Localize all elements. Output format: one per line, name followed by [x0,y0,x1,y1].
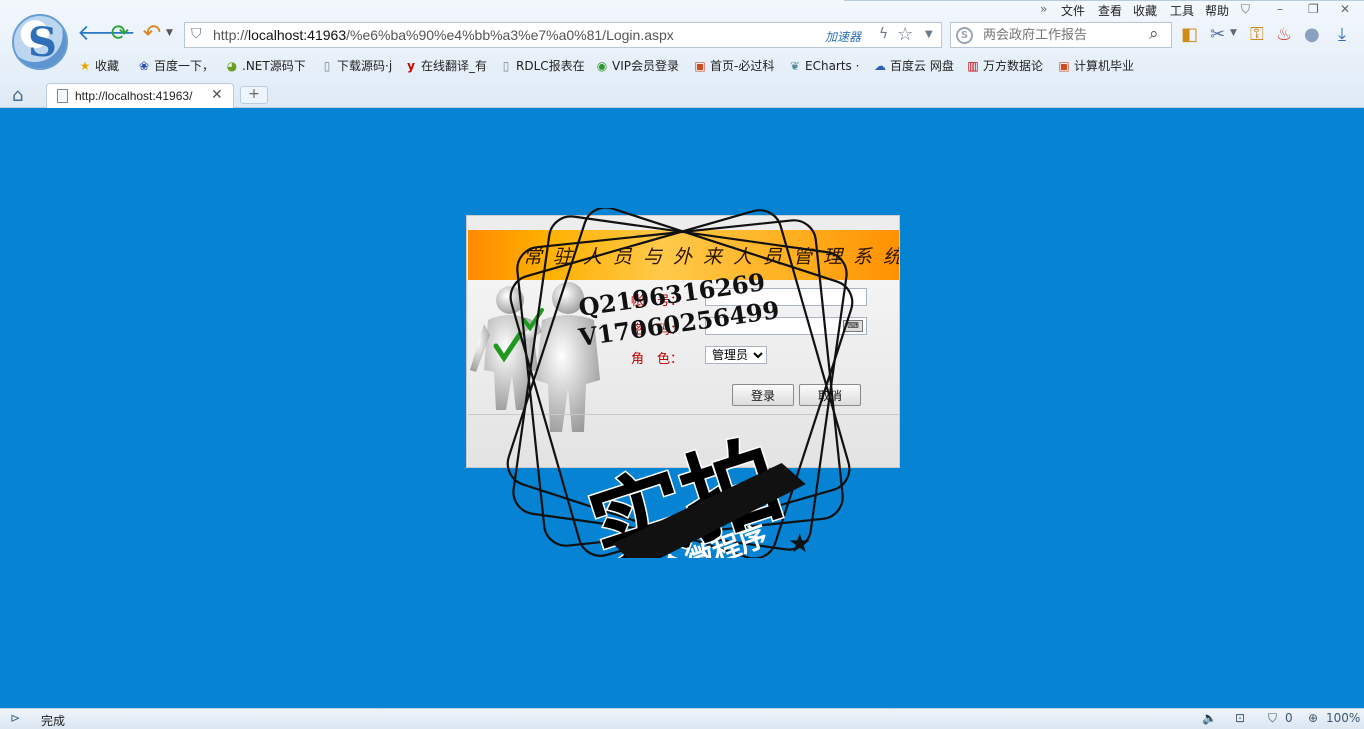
cloud-icon: ☁ [874,59,886,73]
star-icon: ★ [79,59,91,73]
bookmark-echarts[interactable]: ❦ ECharts · [788,56,859,76]
bookmark-baidu[interactable]: ❀ 百度一下， [137,56,214,76]
menu-overflow-icon[interactable]: » [1040,2,1047,16]
undo-icon[interactable]: ↶ [140,22,164,46]
status-text: 完成 [41,714,66,728]
search-input[interactable] [983,26,1143,44]
login-banner: 常驻人员与外来人员管理系统 [468,230,900,280]
close-window-icon[interactable]: ✕ [1340,2,1350,16]
bookmark-baidu-cloud[interactable]: ☁ 百度云 网盘 [873,56,954,76]
address-url[interactable]: http://localhost:41963/%e6%ba%90%e4%bb%a… [213,27,674,43]
bookmark-rdlc[interactable]: ▯ RDLC报表在 [499,56,585,76]
login-panel: 常驻人员与外来人员管理系统 帐 号： 密 码： ⌨ 角 色： 管理员 登录 取消 [466,215,900,468]
tab-bar: ⌂ http://localhost:41963/ ✕ + [0,82,1364,109]
bookmark-graduation[interactable]: ▣ 计算机毕业 [1057,56,1134,76]
page-icon: ▯ [323,59,331,73]
browser-logo-icon: S [12,14,68,70]
star-icon[interactable]: ☆ [897,24,913,45]
page-content: 常驻人员与外来人员管理系统 帐 号： 密 码： ⌨ 角 色： 管理员 登录 取消… [0,108,1364,708]
role-label: 角 色： [631,352,684,367]
menu-bar: » 文件 查看 收藏 工具 帮助 ⛉ – ❐ ✕ [844,0,1364,18]
minimize-icon[interactable]: – [1277,2,1283,16]
login-body: 帐 号： 密 码： ⌨ 角 色： 管理员 登录 取消 [468,280,899,467]
bookmark-homepage[interactable]: ▣ 首页-必过科 [693,56,774,76]
game-icon[interactable]: ♨ [1276,24,1292,45]
site-icon: ▥ [967,59,979,73]
undo-dropdown-icon[interactable]: ▼ [166,28,173,38]
watermark-ribbon [613,462,806,558]
volume-icon[interactable]: 🔈 [1202,711,1217,725]
bookmark-translate[interactable]: y 在线翻译_有 [404,56,487,76]
address-dropdown-icon[interactable]: ▼ [925,29,933,40]
search-box: S ⌕ [950,22,1172,48]
menu-view[interactable]: 查看 [1098,2,1122,19]
keyboard-icon[interactable]: ⌨ [843,320,863,332]
skin-icon[interactable]: ⛉ [1241,2,1250,17]
bookmark-wanfang[interactable]: ▥ 万方数据论 [966,56,1043,76]
bookmark-net-source[interactable]: ◕ .NET源码下 [225,56,306,76]
bookmark-vip-login[interactable]: ◉ VIP会员登录 [595,56,679,76]
search-engine-icon[interactable]: S [956,27,973,44]
tab-login[interactable]: http://localhost:41963/ ✕ [46,83,234,109]
bookmarks-bar: ★ 收藏 ❀ 百度一下， ◕ .NET源码下 ▯ 下载源码·j y 在线翻译_有 ▯ RDL… [78,56,1358,76]
address-bar[interactable]: ⛉ http://localhost:41963/%e6%ba%90%e4%bb… [184,22,942,48]
baidu-paw-icon: ❀ [138,59,150,73]
home-icon[interactable]: ⌂ [12,85,23,106]
key-icon[interactable]: ⚿ [1250,24,1264,45]
scissors-dropdown-icon[interactable]: ▼ [1230,28,1237,38]
status-bar: ⊳ 完成 🔈 ⊡ ⛉ 0 ⊕ 100% [0,708,1364,729]
more-icon[interactable]: ● [1304,24,1320,45]
adblock-icon[interactable]: ⛉ [1268,711,1277,726]
menu-help[interactable]: 帮助 [1205,2,1229,19]
bookmark-download-source[interactable]: ▯ 下载源码·j [320,56,392,76]
page-icon: ▯ [502,59,510,73]
site-icon: ◉ [596,59,608,73]
refresh-icon[interactable]: ⟳ [108,22,132,46]
role-select[interactable]: 管理员 [705,346,767,364]
star-icon: ★ [788,529,811,558]
3d-people-illustration [470,282,600,432]
cancel-button[interactable]: 取消 [799,384,861,406]
zoom-icon[interactable]: ⊕ [1308,711,1318,725]
menu-file[interactable]: 文件 [1061,2,1085,19]
divider [468,414,899,415]
extension-icon[interactable]: ◧ [1181,24,1198,45]
account-input[interactable] [705,288,867,306]
security-shield-icon: ⛉ [191,26,202,42]
search-icon[interactable]: ⌕ [1149,24,1159,44]
site-icon: ▣ [694,59,706,73]
menu-tools[interactable]: 工具 [1170,2,1194,19]
scissors-icon[interactable]: ✂ [1210,24,1225,45]
page-icon [57,89,68,103]
site-icon: ◕ [226,59,238,73]
new-tab-button[interactable]: + [240,86,268,104]
site-icon: ▣ [1058,59,1070,73]
accelerator-button[interactable]: 加速器 [825,28,861,45]
watermark-ribbon-text: 全微程序 [654,519,771,558]
bookmark-favorites[interactable]: ★ 收藏 [78,56,119,76]
zoom-level[interactable]: 100% [1326,711,1360,725]
screenshot-icon[interactable]: ⊡ [1235,711,1245,725]
password-label: 密 码： [631,323,684,338]
back-icon[interactable]: 🡐 [77,22,136,46]
restore-icon[interactable]: ❐ [1308,2,1319,16]
login-button[interactable]: 登录 [732,384,794,406]
account-label: 帐 号： [631,294,684,309]
download-icon[interactable]: ⤓ [1338,24,1346,45]
menu-favorites[interactable]: 收藏 [1133,2,1157,19]
echarts-icon: ❦ [789,59,801,73]
browser-toolbar: S » 文件 查看 收藏 工具 帮助 ⛉ – ❐ ✕ 🡐 ⟳ ↶ ▼ ⛉ htt… [0,0,1364,109]
lightning-icon[interactable]: ϟ [879,26,888,42]
sidebar-toggle-icon[interactable]: ⊳ [10,711,20,725]
system-title: 常驻人员与外来人员管理系统 [523,246,900,268]
youdao-icon: y [407,59,415,73]
adblock-count: 0 [1285,711,1293,725]
close-tab-icon[interactable]: ✕ [211,87,223,103]
